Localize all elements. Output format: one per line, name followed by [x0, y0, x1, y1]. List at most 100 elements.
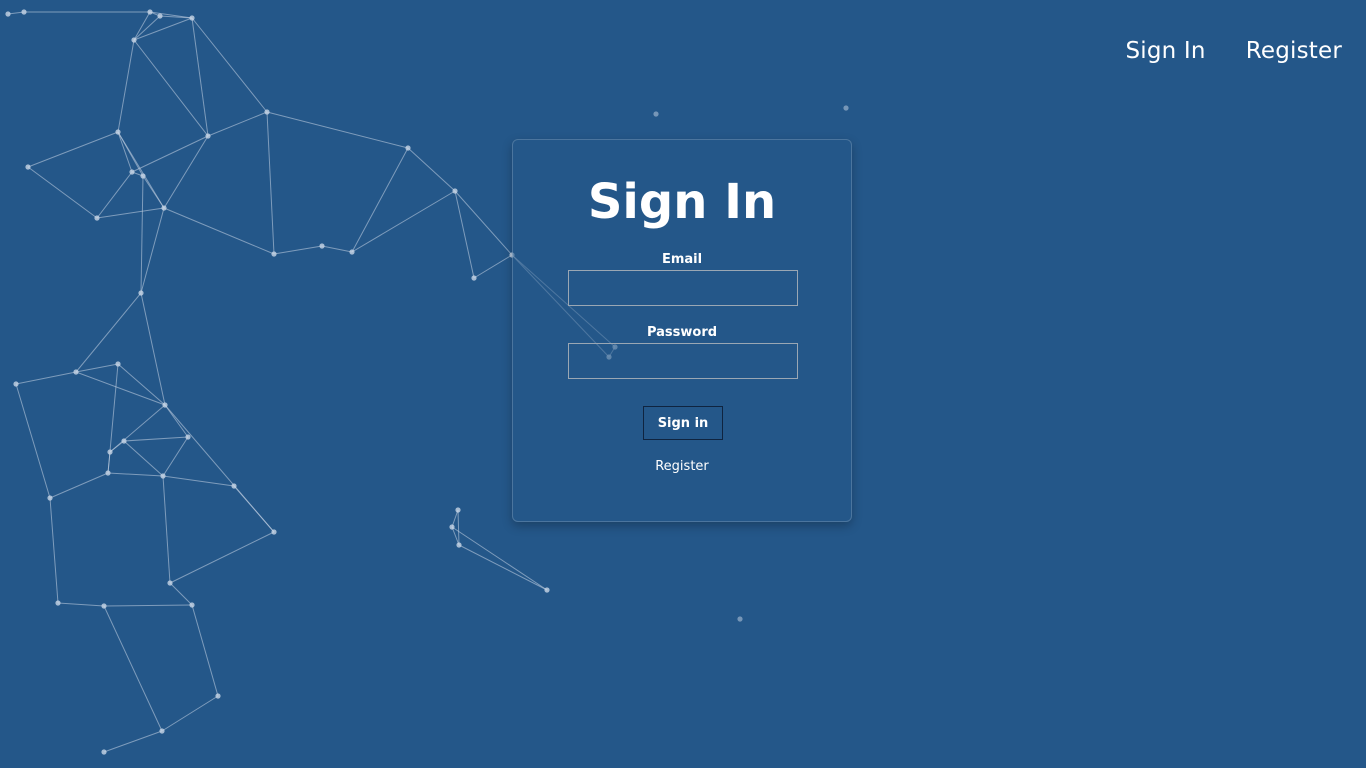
network-node: [737, 616, 743, 622]
network-node: [94, 215, 100, 221]
network-node: [147, 9, 153, 15]
network-node: [349, 249, 355, 255]
network-edge: [140, 292, 166, 406]
network-node: [405, 145, 411, 151]
network-node: [167, 580, 173, 586]
nav-register-link[interactable]: Register: [1246, 38, 1342, 64]
network-edge: [163, 207, 275, 255]
network-node: [131, 37, 137, 43]
network-edge: [162, 436, 189, 477]
network-edge: [96, 207, 165, 219]
network-edge: [451, 509, 459, 528]
signin-button[interactable]: Sign in: [643, 406, 723, 440]
network-node: [189, 602, 195, 608]
network-edge: [169, 582, 193, 606]
network-edge: [49, 472, 109, 499]
network-node: [159, 728, 165, 734]
network-edge: [140, 175, 144, 294]
network-node: [215, 693, 221, 699]
network-node: [271, 529, 277, 535]
network-edge: [57, 602, 105, 607]
network-node: [160, 473, 166, 479]
top-navigation: Sign In Register: [1125, 38, 1342, 64]
network-edge: [164, 404, 189, 438]
network-edge: [454, 190, 475, 279]
network-edge: [117, 39, 135, 133]
network-edge: [15, 371, 77, 385]
network-edge: [457, 509, 460, 546]
network-node: [107, 449, 113, 455]
network-edge: [266, 111, 409, 149]
network-edge: [140, 207, 165, 294]
network-edge: [103, 605, 163, 732]
network-edge: [321, 245, 353, 253]
nav-signin-link[interactable]: Sign In: [1125, 38, 1205, 64]
network-node: [101, 749, 107, 755]
signin-title: Sign In: [587, 174, 777, 230]
network-edge: [407, 147, 456, 192]
network-edge: [454, 190, 513, 256]
network-edge: [107, 363, 119, 474]
network-node: [121, 438, 127, 444]
network-node: [140, 173, 146, 179]
network-node: [138, 290, 144, 296]
network-edge: [169, 531, 275, 584]
network-edge: [75, 292, 142, 373]
network-edge: [164, 404, 275, 533]
register-link[interactable]: Register: [513, 459, 851, 474]
network-node: [115, 361, 121, 367]
network-node: [653, 111, 659, 117]
network-edge: [75, 371, 166, 406]
network-node: [843, 105, 849, 111]
network-node: [544, 587, 550, 593]
network-edge: [103, 604, 193, 607]
network-node: [5, 11, 11, 17]
network-edge: [351, 147, 409, 253]
network-edge: [351, 190, 456, 253]
network-edge: [207, 111, 268, 137]
network-node: [105, 470, 111, 476]
network-node: [205, 133, 211, 139]
network-node: [319, 243, 325, 249]
network-node: [231, 483, 237, 489]
network-node: [73, 369, 79, 375]
network-edge: [123, 440, 164, 477]
network-edge: [162, 475, 235, 487]
network-edge: [123, 436, 189, 442]
network-node: [189, 15, 195, 21]
network-edge: [109, 404, 166, 453]
email-label: Email: [661, 252, 703, 267]
network-edge: [133, 17, 193, 41]
password-field[interactable]: [568, 343, 798, 379]
network-edge: [266, 111, 275, 255]
network-node: [157, 13, 163, 19]
network-edge: [161, 695, 219, 732]
network-edge: [133, 15, 161, 41]
network-node: [47, 495, 53, 501]
network-node: [271, 251, 277, 257]
network-node: [264, 109, 270, 115]
network-node: [449, 524, 455, 530]
network-edge: [133, 11, 151, 41]
network-node: [129, 169, 135, 175]
network-edge: [191, 604, 219, 697]
network-node: [21, 9, 27, 15]
network-edge: [473, 254, 513, 279]
network-edge: [15, 383, 51, 499]
network-edge: [451, 526, 548, 591]
network-node: [471, 275, 477, 281]
network-node: [13, 381, 19, 387]
network-node: [455, 507, 461, 513]
network-edge: [27, 166, 98, 219]
network-node: [456, 542, 462, 548]
network-node: [115, 129, 121, 135]
network-edge: [107, 472, 164, 477]
network-node: [101, 603, 107, 609]
network-edge: [273, 245, 323, 255]
network-edge: [75, 363, 119, 373]
network-edge: [117, 131, 165, 209]
signin-card: Sign In Email Password Sign in Register: [512, 139, 852, 522]
network-node: [55, 600, 61, 606]
network-edge: [96, 171, 133, 219]
email-field[interactable]: [568, 270, 798, 306]
